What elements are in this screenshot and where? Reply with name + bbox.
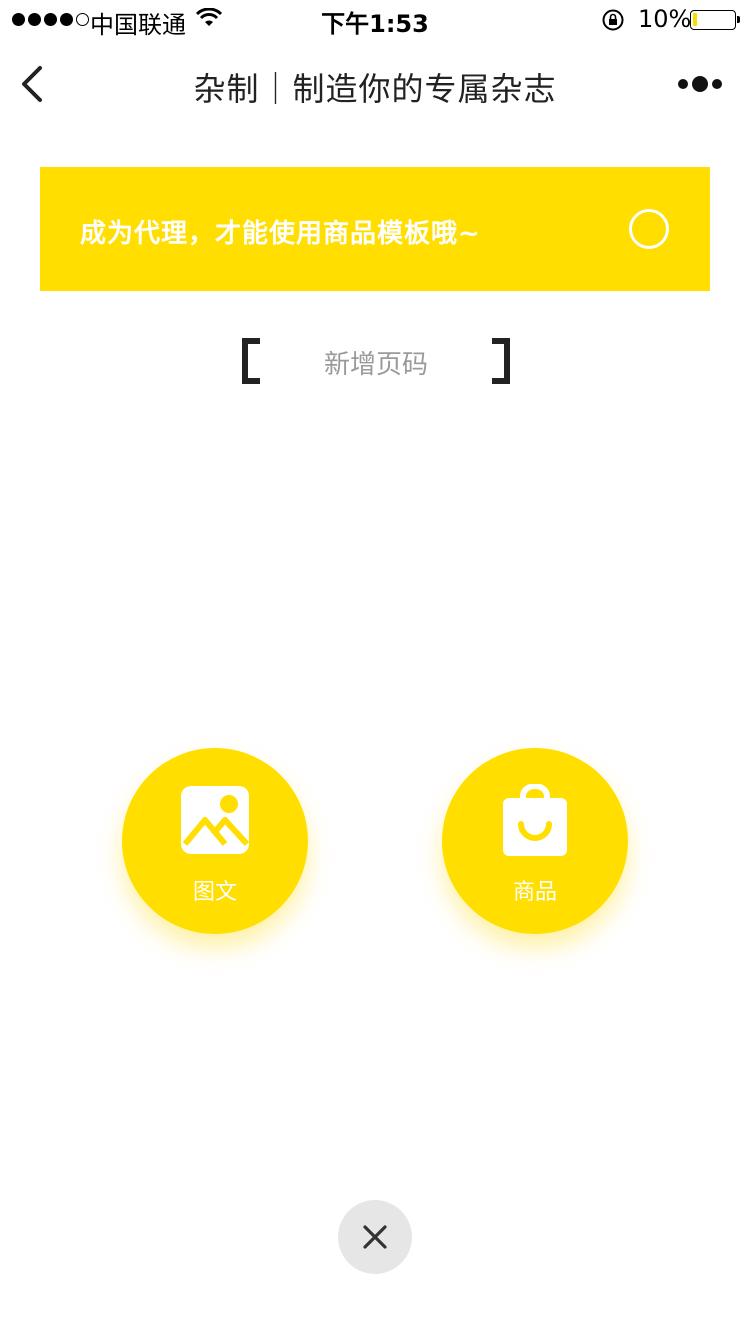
close-icon [363,1225,387,1249]
image-icon [181,786,250,854]
image-text-label: 图文 [192,880,237,905]
more-dots-icon [678,76,722,92]
page: 中国联通 下午1:53 10% 杂制｜制造你的专属杂志 成为代理，才能使用商品模… [0,0,750,1334]
battery-icon [690,10,740,30]
page-title: 杂制｜制造你的专属杂志 [193,70,557,108]
shopping-bag-icon [503,784,567,856]
notice-radio-button[interactable] [629,209,669,249]
image-text-button[interactable]: 图文 [122,748,308,934]
close-button[interactable] [338,1200,412,1274]
battery-level [693,13,697,26]
notice-text: 成为代理，才能使用商品模板哦~ [80,219,481,249]
rotation-lock-icon [602,9,624,31]
add-page-button[interactable]: 新增页码 [238,330,514,392]
status-bar: 中国联通 下午1:53 10% [0,0,750,40]
product-button[interactable]: 商品 [442,748,628,934]
battery-percent: 10% [638,5,692,33]
more-button[interactable] [676,74,724,94]
nav-bar: 杂制｜制造你的专属杂志 [0,40,750,128]
agent-notice-banner[interactable]: 成为代理，才能使用商品模板哦~ [40,167,710,291]
right-bracket [492,338,510,384]
add-page-label: 新增页码 [323,350,428,380]
product-label: 商品 [512,880,557,905]
